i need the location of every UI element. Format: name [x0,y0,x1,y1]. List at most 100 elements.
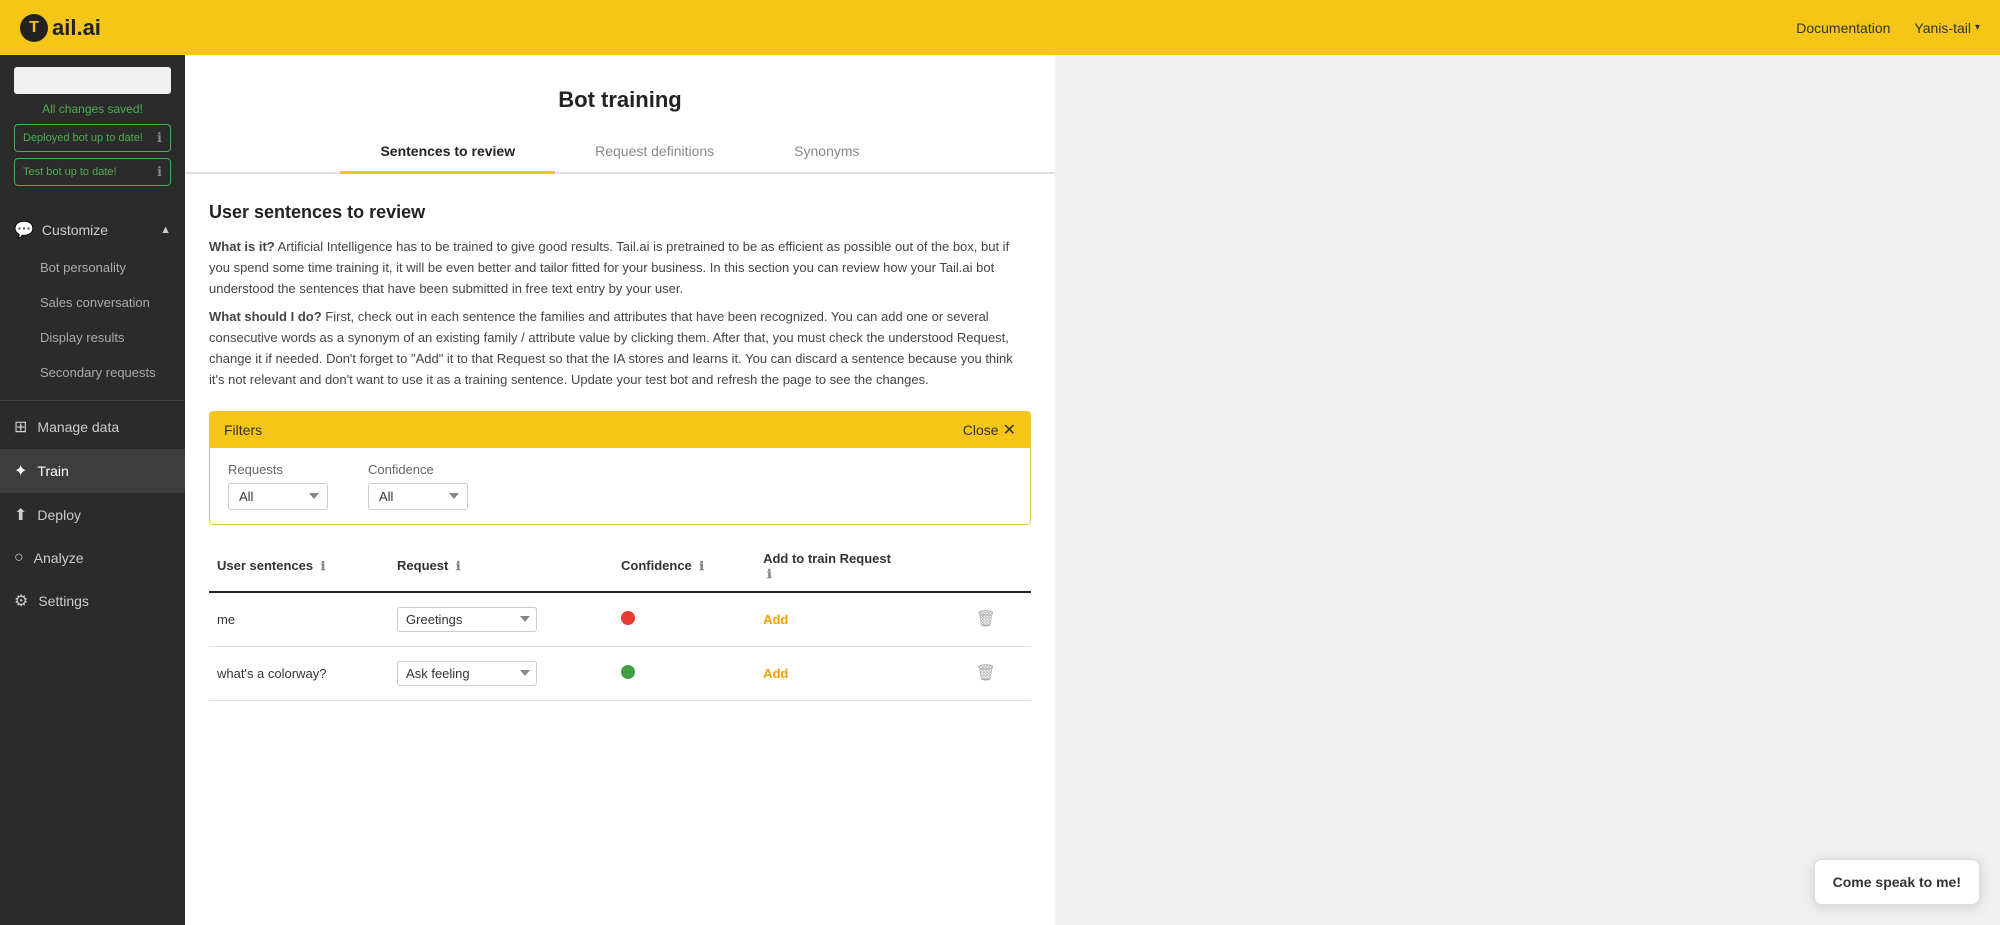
tab-synonyms[interactable]: Synonyms [754,131,899,174]
confidence-label: Confidence [368,462,468,477]
test-badge: Test bot up to date! ℹ [14,158,171,186]
sidebar-item-train[interactable]: ✦ Train [0,449,185,493]
confidence-cell [613,646,755,700]
train-icon: ✦ [14,461,27,481]
requests-select[interactable]: All [228,483,328,510]
add-cell: Add [755,592,962,647]
sentence-cell: what's a colorway? [209,646,389,700]
navbar: T ail.ai Documentation Yanis-tail ▾ [0,0,2000,55]
filters-body: Requests All Confidence All [210,448,1030,524]
delete-cell: 🗑 [962,646,1031,700]
manage-data-icon: ⊞ [14,417,27,437]
add-cell: Add [755,646,962,700]
filters-label: Filters [224,422,262,438]
tabs: Sentences to review Request definitions … [185,131,1055,174]
confidence-dot-0 [621,611,635,625]
logo-text: ail.ai [52,15,101,41]
filters-close-label: Close [963,422,999,438]
sidebar-item-label: Analyze [34,550,84,566]
logo-icon: T [20,14,48,42]
confidence-cell [613,592,755,647]
customize-section: 💬 Customize ▲ Bot personality Sales conv… [0,204,185,396]
logo: T ail.ai [20,14,101,42]
sidebar-nav-items: ⊞ Manage data ✦ Train ⬆ Deploy ○ Analyze… [0,405,185,623]
analyze-icon: ○ [14,549,24,567]
tab-request-definitions[interactable]: Request definitions [555,131,754,174]
user-chevron-icon: ▾ [1975,22,1980,33]
sidebar-item-manage-data[interactable]: ⊞ Manage data [0,405,185,449]
request-info-icon[interactable]: ℹ [456,559,461,573]
customize-chevron-icon: ▲ [160,224,171,236]
sidebar-item-deploy[interactable]: ⬆ Deploy [0,493,185,537]
sidebar-item-label: Deploy [37,507,81,523]
info-what-do-label: What should I do? [209,309,322,324]
close-icon: ✕ [1003,420,1016,440]
sidebar-item-label: Train [37,463,68,479]
request-select-0[interactable]: Greetings [397,607,537,632]
filters-header: Filters Close ✕ [210,412,1030,448]
documentation-link[interactable]: Documentation [1796,20,1890,36]
customize-label: Customize [42,222,108,238]
sentence-cell: me [209,592,389,647]
sidebar-item-secondary-requests[interactable]: Secondary requests [0,355,185,390]
main-layout: All changes saved! Deployed bot up to da… [0,55,2000,925]
filters-close-button[interactable]: Close ✕ [963,420,1016,440]
confidence-info-icon[interactable]: ℹ [699,559,704,573]
delete-button-0[interactable]: 🗑 [970,607,1002,631]
sidebar-item-label: Settings [38,593,89,609]
customize-header[interactable]: 💬 Customize ▲ [0,210,185,250]
delete-cell: 🗑 [962,592,1031,647]
customize-sub-items: Bot personality Sales conversation Displ… [0,250,185,390]
confidence-select[interactable]: All [368,483,468,510]
delete-button-1[interactable]: 🗑 [970,661,1002,685]
sidebar-top: All changes saved! Deployed bot up to da… [0,55,185,204]
confidence-dot-1 [621,665,635,679]
sentences-table: User sentences ℹ Request ℹ Confidence ℹ [209,541,1031,701]
main-card: Bot training Sentences to review Request… [185,55,1055,925]
filter-confidence: Confidence All [368,462,468,510]
requests-label: Requests [228,462,328,477]
deployed-info-icon[interactable]: ℹ [157,130,162,146]
sidebar: All changes saved! Deployed bot up to da… [0,55,185,925]
add-link-0[interactable]: Add [763,612,788,627]
col-add: Add to train Request ℹ [755,541,962,592]
table-row: me Greetings Add 🗑 [209,592,1031,647]
content-area: Bot training Sentences to review Request… [185,55,2000,925]
chat-bubble[interactable]: Come speak to me! [1814,859,1980,905]
divider [0,400,185,401]
filter-requests: Requests All [228,462,328,510]
user-sentences-info-icon[interactable]: ℹ [321,559,326,573]
navbar-right: Documentation Yanis-tail ▾ [1796,20,1980,36]
sidebar-item-bot-personality[interactable]: Bot personality [0,250,185,285]
col-confidence: Confidence ℹ [613,541,755,592]
settings-icon: ⚙ [14,591,28,611]
user-menu[interactable]: Yanis-tail ▾ [1914,20,1980,36]
sidebar-item-sales-conversation[interactable]: Sales conversation [0,285,185,320]
user-name: Yanis-tail [1914,20,1971,36]
col-request: Request ℹ [389,541,613,592]
info-what-text: Artificial Intelligence has to be traine… [209,239,1009,296]
right-gray-area [1055,55,2000,925]
sidebar-item-analyze[interactable]: ○ Analyze [0,537,185,579]
filters-bar: Filters Close ✕ Requests All [209,411,1031,525]
table-row: what's a colorway? Ask feeling Add 🗑 [209,646,1031,700]
deploy-icon: ⬆ [14,505,27,525]
deployed-badge: Deployed bot up to date! ℹ [14,124,171,152]
section-title: User sentences to review [209,202,1031,223]
status-text: All changes saved! [14,102,171,116]
customize-icon: 💬 [14,220,34,240]
request-select-1[interactable]: Ask feeling [397,661,537,686]
info-what-label: What is it? [209,239,275,254]
sidebar-item-display-results[interactable]: Display results [0,320,185,355]
info-block: What is it? Artificial Intelligence has … [209,237,1031,391]
request-cell: Greetings [389,592,613,647]
add-link-1[interactable]: Add [763,666,788,681]
request-cell: Ask feeling [389,646,613,700]
col-user-sentences: User sentences ℹ [209,541,389,592]
tab-sentences-to-review[interactable]: Sentences to review [340,131,555,174]
add-info-icon[interactable]: ℹ [767,567,772,581]
bot-name-input[interactable] [14,67,171,94]
info-what-do-text: First, check out in each sentence the fa… [209,309,1013,386]
sidebar-item-settings[interactable]: ⚙ Settings [0,579,185,623]
test-info-icon[interactable]: ℹ [157,164,162,180]
